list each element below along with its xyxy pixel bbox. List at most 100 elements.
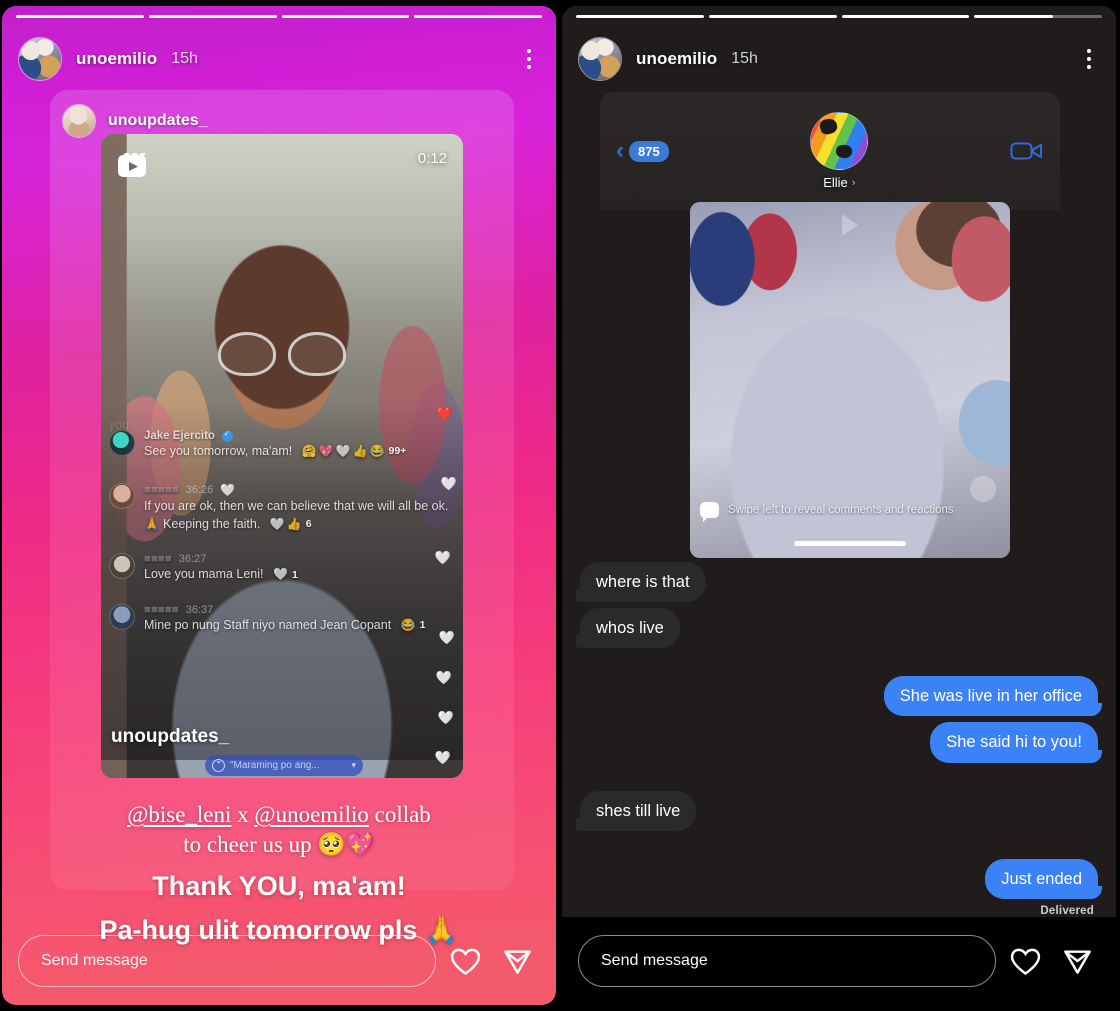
progress-segment[interactable]: [708, 15, 837, 18]
reaction-count: 6: [305, 517, 312, 530]
dm-conversation-header: ‹ 875 Ellie ›: [600, 92, 1060, 210]
stories-screenshot: unoemilio 15h unoupdates_ 0:12 you Jake …: [0, 0, 1120, 1011]
left-story-header: unoemilio 15h: [18, 36, 542, 82]
live-comment-text: If you are ok, then we can believe that …: [144, 498, 453, 534]
chevron-down-icon[interactable]: ▾: [351, 760, 356, 771]
reel-video-preview[interactable]: 0:12 you Jake Ejercito ✓ See you tomorro…: [101, 134, 463, 778]
progress-segment[interactable]: [414, 15, 542, 18]
chevron-left-icon[interactable]: ‹: [616, 139, 624, 163]
commenter-avatar: [109, 482, 135, 509]
progress-segment[interactable]: [281, 15, 410, 18]
message-row: shes till live: [575, 790, 1098, 831]
reaction-count: 1: [291, 568, 298, 581]
dm-message-list: where is that whos live She was live in …: [562, 562, 1116, 1005]
avatar[interactable]: [578, 37, 622, 81]
send-message-input[interactable]: Send message: [578, 935, 996, 987]
play-icon[interactable]: [842, 214, 858, 236]
live-comment-composer[interactable]: "Maraming po ang... ▾: [205, 755, 363, 776]
home-indicator: [794, 541, 906, 546]
left-story-progress[interactable]: [16, 15, 542, 19]
reaction-cluster: 🤗 💖 🤍 👍 😂 99+: [301, 444, 407, 459]
paper-plane-icon[interactable]: [1054, 938, 1100, 984]
message-bubble-incoming[interactable]: whos live: [576, 608, 680, 649]
story-username[interactable]: unoemilio: [636, 49, 717, 69]
right-story-card[interactable]: unoemilio 15h ‹ 875 Ellie › Swipe left t…: [562, 6, 1116, 1005]
comment-body: Mine po nung Staff niyo named Jean Copan…: [144, 618, 392, 632]
record-button-ghost: [970, 476, 996, 502]
message-bubble-outgoing[interactable]: She said hi to you!: [930, 722, 1102, 763]
live-comment: ■■■■ 36:27 Love you mama Leni! 🤍 1: [109, 553, 453, 584]
heart-icon[interactable]: [442, 938, 488, 984]
reels-icon: [115, 148, 149, 182]
commenter-avatar: [109, 604, 135, 630]
story-username[interactable]: unoemilio: [76, 49, 157, 69]
reposted-story-card[interactable]: unoupdates_ 0:12 you Jake Ejercito ✓ See…: [50, 90, 514, 890]
avatar[interactable]: [62, 104, 96, 138]
chevron-right-icon: ›: [851, 176, 856, 189]
message-row: where is that: [576, 562, 1098, 603]
video-camera-icon[interactable]: [1010, 139, 1044, 163]
dm-contact[interactable]: Ellie ›: [669, 112, 1010, 190]
progress-segment[interactable]: [841, 15, 970, 18]
reaction-cluster: 😂 1: [400, 618, 426, 633]
comment-bubble-icon: [700, 502, 719, 522]
message-bubble-outgoing[interactable]: Just ended: [985, 858, 1102, 899]
commenter-name: ■■■■■: [144, 604, 179, 616]
live-comment-text: Love you mama Leni! 🤍 1: [144, 566, 453, 584]
reaction-count: 1: [419, 619, 426, 632]
reposted-username[interactable]: unoupdates_: [108, 112, 208, 130]
eyeglasses-detail: [218, 332, 346, 376]
caption-line-2: to cheer us up 🥺💖: [183, 832, 375, 858]
paper-plane-icon[interactable]: [494, 938, 540, 984]
commenter-name: ■■■■: [144, 553, 172, 566]
comment-body: Love you mama Leni!: [144, 567, 264, 582]
caption-separator: x: [231, 802, 255, 827]
avatar[interactable]: [18, 37, 62, 81]
dm-contact-name: Ellie: [823, 175, 848, 190]
message-bubble-outgoing[interactable]: She was live in her office: [883, 676, 1103, 717]
right-footer-bar: Send message: [562, 917, 1116, 1005]
kebab-menu-icon[interactable]: [516, 42, 542, 76]
delivery-status: Delivered: [1040, 904, 1094, 917]
mention-unoemilio[interactable]: @unoemilio: [254, 802, 368, 827]
comment-timestamp: 36:27: [178, 553, 207, 566]
message-bubble-incoming[interactable]: where is that: [576, 562, 706, 603]
video-duration: 0:12: [417, 150, 447, 167]
comment-timestamp: 36:26: [185, 483, 214, 496]
live-comment: Jake Ejercito See you tomorrow, ma'am! 🤗…: [109, 429, 453, 461]
reposted-account-header[interactable]: unoupdates_: [62, 104, 208, 138]
progress-segment[interactable]: [148, 15, 277, 18]
left-footer-bar: Send message: [2, 917, 556, 1005]
ellie-avatar[interactable]: [810, 112, 869, 170]
swipe-hint: Swipe left to reveal comments and reacti…: [700, 502, 1000, 522]
live-composer-placeholder: "Maraming po ang...: [230, 760, 320, 771]
right-story-progress[interactable]: [576, 15, 1102, 19]
reaction-cluster: 🤍 👍 6: [269, 516, 312, 531]
progress-segment[interactable]: [576, 15, 704, 18]
message-row: She said hi to you!: [580, 722, 1102, 763]
comment-timestamp: 36:37: [185, 604, 214, 616]
dm-video-attachment[interactable]: Swipe left to reveal comments and reacti…: [690, 202, 1010, 558]
heart-icon[interactable]: [1002, 938, 1048, 984]
reaction-count: 99+: [388, 445, 407, 458]
send-message-input[interactable]: Send message: [18, 935, 436, 987]
dm-contact-name-row[interactable]: Ellie ›: [823, 175, 855, 190]
reaction-cluster: 🤍 1: [273, 567, 298, 582]
mention-bise-leni[interactable]: @bise_leni: [127, 802, 231, 827]
avatar-chevron-icon: [212, 755, 225, 772]
commenter-avatar: [109, 553, 135, 580]
floating-hearts: ❤️ 🤍 🤍 🤍 🤍 🤍 🤍: [434, 406, 457, 765]
live-comment-text: See you tomorrow, ma'am! 🤗 💖 🤍 👍 😂 99+: [144, 443, 453, 461]
right-story-header: unoemilio 15h: [578, 36, 1102, 82]
left-story-panel: unoemilio 15h unoupdates_ 0:12 you Jake …: [0, 0, 560, 1011]
message-bubble-incoming[interactable]: shes till live: [575, 790, 697, 831]
progress-segment[interactable]: [16, 15, 144, 18]
progress-segment[interactable]: [974, 15, 1102, 18]
kebab-menu-icon[interactable]: [1076, 42, 1102, 76]
swipe-hint-text: Swipe left to reveal comments and reacti…: [728, 504, 954, 516]
dm-back-control[interactable]: ‹ 875: [616, 139, 669, 163]
left-story-card[interactable]: unoemilio 15h unoupdates_ 0:12 you Jake …: [2, 6, 556, 1005]
